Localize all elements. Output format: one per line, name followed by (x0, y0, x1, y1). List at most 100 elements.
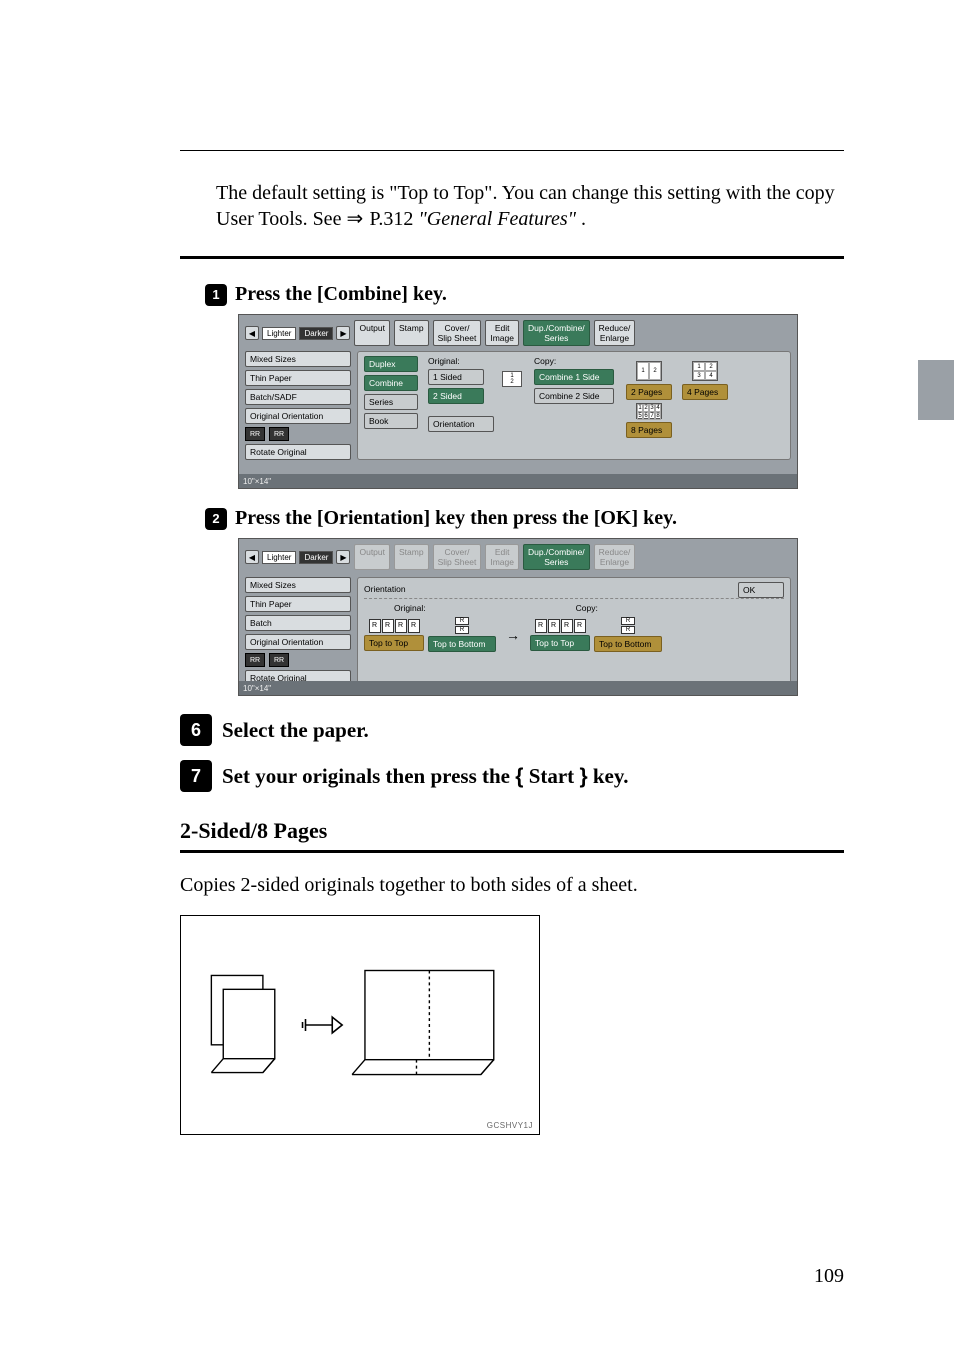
original-label-2: Original: (394, 603, 426, 613)
orient-icon-rr1[interactable]: RR (245, 427, 265, 441)
page-grid-8[interactable]: 12345678 (636, 403, 662, 419)
stamp-tab-2: Stamp (394, 544, 429, 570)
ss2-body: Mixed Sizes Thin Paper Batch Original Or… (239, 573, 797, 692)
reduce-enlarge-tab-2: Reduce/ Enlarge (594, 544, 636, 570)
ss2-side-panel: Mixed Sizes Thin Paper Batch Original Or… (245, 577, 351, 686)
step-7-bracket-open: { (515, 765, 523, 788)
step-2-prefix: Press the (235, 507, 317, 529)
eight-pages-btn[interactable]: 8 Pages (626, 422, 672, 438)
ss2-main-panel: Orientation OK Original: Copy: RRRR Top … (357, 577, 791, 686)
page-grid-4[interactable]: 1234 (692, 361, 718, 381)
book-btn[interactable]: Book (364, 413, 418, 429)
one-sided-btn[interactable]: 1 Sided (428, 369, 484, 385)
big-step-icon-7: 7 (180, 760, 212, 792)
ss1-footer: 10"×14" (239, 474, 797, 488)
step-2-text: Press the [Orientation] key then press t… (235, 507, 677, 530)
orientation-btn[interactable]: Orientation (428, 416, 494, 432)
intro-ref-page: P.312 (369, 208, 418, 230)
orient-icon-rr2-2[interactable]: RR (269, 653, 289, 667)
section-title: 2-Sided/8 Pages (180, 818, 844, 844)
orig-tt-icon: RRRR (369, 619, 420, 633)
two-pages-btn[interactable]: 2 Pages (626, 384, 672, 400)
screenshot-orientation-panel: ◀ Lighter Darker ▶ Output Stamp Cover/ S… (238, 538, 798, 696)
four-pages-btn[interactable]: 4 Pages (682, 384, 728, 400)
combine-2side-btn[interactable]: Combine 2 Side (534, 388, 614, 404)
series-btn[interactable]: Series (364, 394, 418, 410)
orig-tb-icon: RR (455, 617, 469, 634)
copy-label: Copy: (534, 356, 614, 366)
side-tab (918, 360, 954, 420)
step-7-bracket-close: } (579, 765, 587, 788)
hr-thick-1 (180, 256, 844, 259)
lighter-darker-control[interactable]: ◀ Lighter Darker ▶ (245, 320, 350, 346)
batch-btn-2[interactable]: Batch (245, 615, 351, 631)
step-6: 6 Select the paper. (180, 714, 844, 746)
combine-btn[interactable]: Combine (364, 375, 418, 391)
lighter-label-2: Lighter (262, 551, 296, 564)
original-orientation-btn-2[interactable]: Original Orientation (245, 634, 351, 650)
rotate-original-btn[interactable]: Rotate Original (245, 444, 351, 460)
edit-image-tab-2: Edit Image (485, 544, 519, 570)
batch-sadf-btn[interactable]: Batch/SADF (245, 389, 351, 405)
step-number-icon: 1 (205, 284, 227, 306)
step-7: 7 Set your originals then press the { St… (180, 760, 844, 792)
top-rule (180, 150, 844, 151)
mixed-sizes-btn[interactable]: Mixed Sizes (245, 351, 351, 367)
copy-tb-icon: RR (621, 617, 635, 634)
darker-right-icon-2[interactable]: ▶ (336, 550, 350, 564)
lighter-left-icon-2[interactable]: ◀ (245, 550, 259, 564)
lighter-darker-control-2[interactable]: ◀ Lighter Darker ▶ (245, 544, 350, 570)
diagram-code: GCSHVY1J (487, 1121, 533, 1130)
substep-2: 2 Press the [Orientation] key then press… (205, 507, 844, 530)
mixed-sizes-btn-2[interactable]: Mixed Sizes (245, 577, 351, 593)
ss1-page-icon-col: 12 (502, 356, 522, 387)
cover-slip-tab-2: Cover/ Slip Sheet (433, 544, 482, 570)
orientation-icons[interactable]: RR RR (245, 427, 351, 441)
orig-top-to-top[interactable]: Top to Top (364, 635, 424, 651)
darker-label-2: Darker (299, 551, 333, 564)
dup-combine-series-tab[interactable]: Dup./Combine/ Series (523, 320, 590, 346)
reduce-enlarge-tab[interactable]: Reduce/ Enlarge (594, 320, 636, 346)
original-label: Original: (428, 356, 494, 366)
edit-image-tab[interactable]: Edit Image (485, 320, 519, 346)
lighter-left-icon[interactable]: ◀ (245, 326, 259, 340)
ss1-pages-col-2: 1234 4 Pages (682, 356, 728, 400)
thin-paper-btn-2[interactable]: Thin Paper (245, 596, 351, 612)
step-1-prefix: Press the (235, 283, 317, 305)
darker-label: Darker (299, 327, 333, 340)
page-grid-2[interactable]: 12 (636, 361, 662, 381)
copy-label-2: Copy: (576, 603, 598, 613)
ss1-side-panel: Mixed Sizes Thin Paper Batch/SADF Origin… (245, 351, 351, 460)
ss1-footer-text: 10"×14" (243, 477, 271, 486)
two-sided-btn[interactable]: 2 Sided (428, 388, 484, 404)
orig-top-to-bottom[interactable]: Top to Bottom (428, 636, 496, 652)
step-6-text: Select the paper. (222, 718, 369, 743)
ss1-mode-col: Duplex Combine Series Book (364, 356, 418, 429)
screenshot-combine-panel: ◀ Lighter Darker ▶ Output Stamp Cover/ S… (238, 314, 798, 489)
section-desc: Copies 2-sided originals together to bot… (180, 873, 844, 899)
copy-top-to-bottom[interactable]: Top to Bottom (594, 636, 662, 652)
step-7-keyname: Start (529, 764, 575, 788)
darker-right-icon[interactable]: ▶ (336, 326, 350, 340)
output-tab[interactable]: Output (354, 320, 390, 346)
ss1-original-col: Original: 1 Sided 2 Sided Orientation (428, 356, 494, 432)
stamp-tab[interactable]: Stamp (394, 320, 429, 346)
combine-1side-btn[interactable]: Combine 1 Side (534, 369, 614, 385)
thin-paper-btn[interactable]: Thin Paper (245, 370, 351, 386)
cover-slip-tab[interactable]: Cover/ Slip Sheet (433, 320, 482, 346)
intro-paragraph: The default setting is "Top to Top". You… (216, 181, 844, 232)
intro-ref-end: . (581, 208, 586, 230)
copy-top-to-top[interactable]: Top to Top (530, 635, 590, 651)
original-orientation-btn[interactable]: Original Orientation (245, 408, 351, 424)
step-1-key: [Combine] (317, 283, 408, 305)
orientation-icons-2[interactable]: RR RR (245, 653, 351, 667)
ss2-orientation-group: RRRR Top to Top RR Top to Bottom → RRRR … (364, 617, 784, 652)
ss1-main-panel: Duplex Combine Series Book Original: 1 S… (357, 351, 791, 460)
step-2-key1: [Orientation] (317, 507, 430, 529)
dup-combine-series-tab-2[interactable]: Dup./Combine/ Series (523, 544, 590, 570)
duplex-btn[interactable]: Duplex (364, 356, 418, 372)
orient-icon-rr2[interactable]: RR (269, 427, 289, 441)
ok-button[interactable]: OK (738, 582, 784, 598)
orient-icon-rr1-2[interactable]: RR (245, 653, 265, 667)
step-7-suffix: key. (593, 764, 629, 788)
